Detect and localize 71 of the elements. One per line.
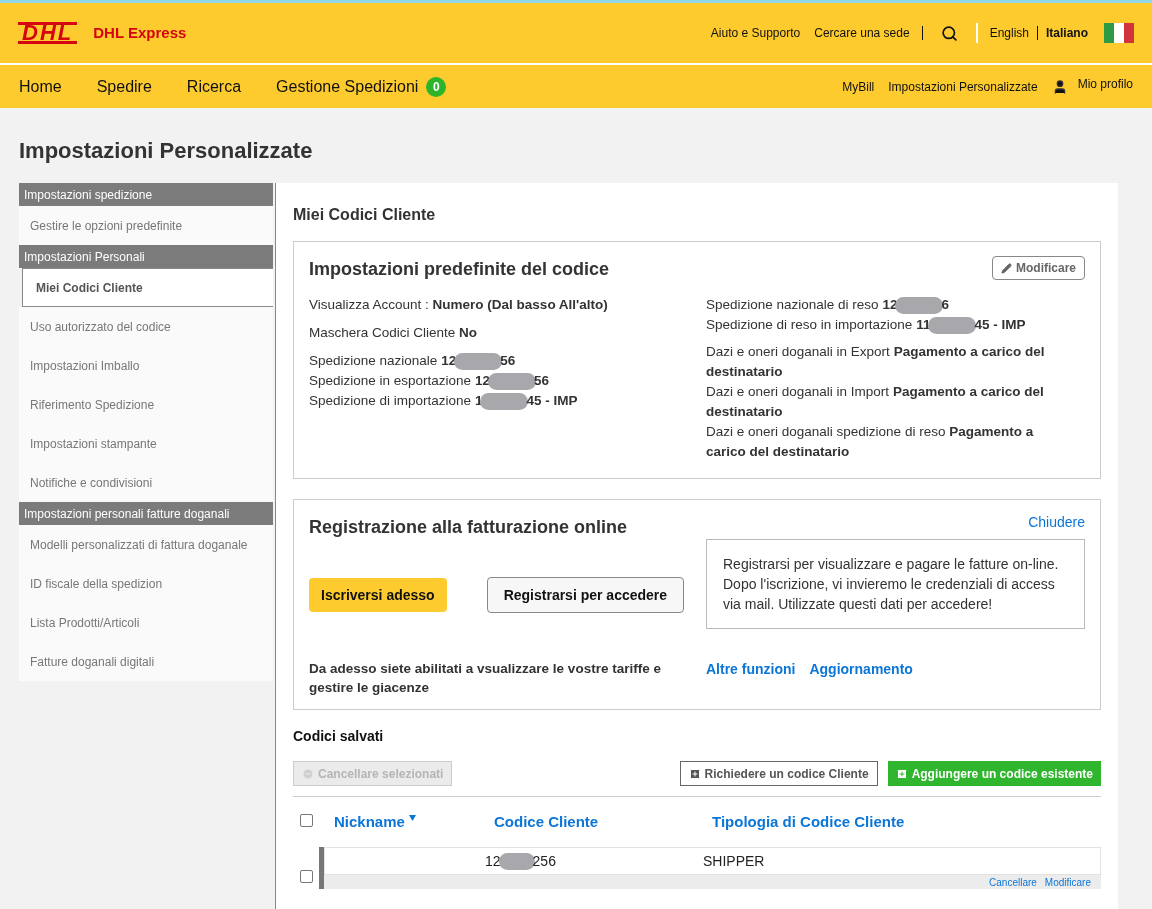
column-header[interactable]: Tipologia di Codice Cliente xyxy=(712,810,905,834)
nav-link[interactable]: MyBill xyxy=(842,77,875,96)
sidebar-item[interactable]: Impostazioni stampante xyxy=(19,424,273,463)
setting-text: Spedizione di importazione 1 45 - IMP xyxy=(309,391,579,411)
sidebar-item[interactable]: Uso autorizzato del codice xyxy=(19,307,273,346)
checkbox[interactable] xyxy=(300,870,313,883)
row-action-link[interactable]: Modificare xyxy=(1044,877,1091,889)
sidebar-item[interactable]: Fatture doganali digitali xyxy=(19,642,273,681)
setting-text: Dazi e oneri doganali spedizione di reso Pagamento a carico del destinatario xyxy=(706,423,1035,461)
nav-link[interactable]: Home xyxy=(19,74,62,99)
table-cell-text: 12 256 xyxy=(485,851,557,872)
redaction-blob xyxy=(454,352,503,370)
register-button[interactable]: Registrarsi per accedere xyxy=(486,577,685,613)
sidebar-heading: Impostazioni personali fatture doganali xyxy=(19,502,273,525)
panel-title: Registrazione alla fatturazione online xyxy=(309,516,628,539)
column-header[interactable]: Nickname xyxy=(334,810,494,834)
nav-link[interactable]: Ricerca xyxy=(186,74,242,99)
row-action-link[interactable]: Cancellare xyxy=(989,877,1037,889)
setting-text: Maschera Codici Cliente No xyxy=(309,324,479,342)
table-cell-text: SHIPPER xyxy=(703,851,765,871)
info-box: Registrarsi per visualizzare e pagare le fatture on-line. Dopo l'iscrizione, vi invieremo le credenziali di access via mail. Utilizzate questi dati per accedere! xyxy=(706,539,1085,629)
profile-link[interactable]: Mio profilo xyxy=(1077,74,1133,93)
section-title: Miei Codici Cliente xyxy=(293,205,437,225)
nav-link[interactable]: Spedire xyxy=(96,74,152,99)
setting-text: Dazi e oneri doganali in Import Pagamento a carico del destinatario xyxy=(706,383,1045,421)
feature-link[interactable]: Aggiornamento xyxy=(809,659,913,680)
sidebar-item[interactable]: Lista Prodotti/Articoli xyxy=(19,603,273,642)
panel-title: Impostazioni predefinite del codice xyxy=(309,258,610,281)
column-header[interactable]: Codice Cliente xyxy=(494,810,712,834)
request-button[interactable]: Richiedere un codice Cliente xyxy=(679,761,878,786)
redaction-blob xyxy=(895,296,944,314)
note-text: Da adesso siete abilitati a vsualizzare le vostre tariffe e gestire le giacenze xyxy=(309,660,662,697)
sidebar-heading: Impostazioni spedizione xyxy=(19,183,273,206)
redaction-blob xyxy=(498,853,535,871)
sidebar-item[interactable]: Modelli personalizzati di fattura doganale xyxy=(19,525,273,564)
saved-codes-title: Codici salvati xyxy=(293,727,385,746)
subscribe-button[interactable]: Iscriversi adesso xyxy=(309,578,447,612)
sidebar-item[interactable]: Notifiche e condivisioni xyxy=(19,463,273,502)
minus-icon xyxy=(302,767,314,780)
edit-button[interactable]: Modificare xyxy=(992,256,1085,280)
sidebar-heading: Impostazioni Personali xyxy=(19,245,273,268)
sidebar-item[interactable]: Riferimento Spedizione xyxy=(19,385,273,424)
nav-link[interactable]: Gestione Spedizioni 0 xyxy=(276,74,447,99)
search-icon[interactable] xyxy=(940,24,958,42)
page-title: Impostazioni Personalizzate xyxy=(19,137,314,165)
setting-text: Visualizza Account : Numero (Dal basso All'alto) xyxy=(309,296,609,314)
setting-text: Dazi e oneri doganali in Export Pagamento a carico del destinatario xyxy=(706,343,1046,381)
feature-link[interactable]: Altre funzioni xyxy=(706,659,796,680)
logo-mark[interactable]: DHL xyxy=(18,22,78,44)
sidebar-item[interactable]: Impostazioni Imballo xyxy=(19,346,273,385)
close-link[interactable]: Chiudere xyxy=(1028,512,1085,533)
sidebar-item[interactable]: Miei Codici Cliente xyxy=(22,268,273,307)
pencil-icon xyxy=(1001,262,1012,274)
top-link[interactable]: Cercare una sede xyxy=(814,24,910,42)
checkbox[interactable] xyxy=(300,813,313,827)
plus-icon xyxy=(688,767,701,780)
nav-link[interactable]: Impostazioni Personalizzate xyxy=(888,77,1038,96)
setting-text: Spedizione in esportazione 12 56 xyxy=(309,371,550,391)
add-button[interactable]: Aggiungere un codice esistente xyxy=(887,761,1101,786)
logo-text: DHL Express xyxy=(93,22,187,43)
language-link[interactable]: English xyxy=(989,24,1029,42)
top-link[interactable]: Aiuto e Supporto xyxy=(710,24,801,42)
setting-text: Spedizione nazionale 12 56 xyxy=(309,351,517,371)
language-link[interactable]: Italiano xyxy=(1046,24,1088,42)
sidebar-item[interactable]: Gestire le opzioni predefinite xyxy=(19,206,273,245)
plus-icon xyxy=(895,767,908,780)
sidebar-item[interactable]: ID fiscale della spedizion xyxy=(19,564,273,603)
redaction-blob xyxy=(487,372,536,390)
count-badge: 0 xyxy=(426,76,447,97)
setting-text: Spedizione di reso in importazione 11 45 - IMP xyxy=(706,315,1027,335)
flag-icon[interactable] xyxy=(1104,23,1134,43)
